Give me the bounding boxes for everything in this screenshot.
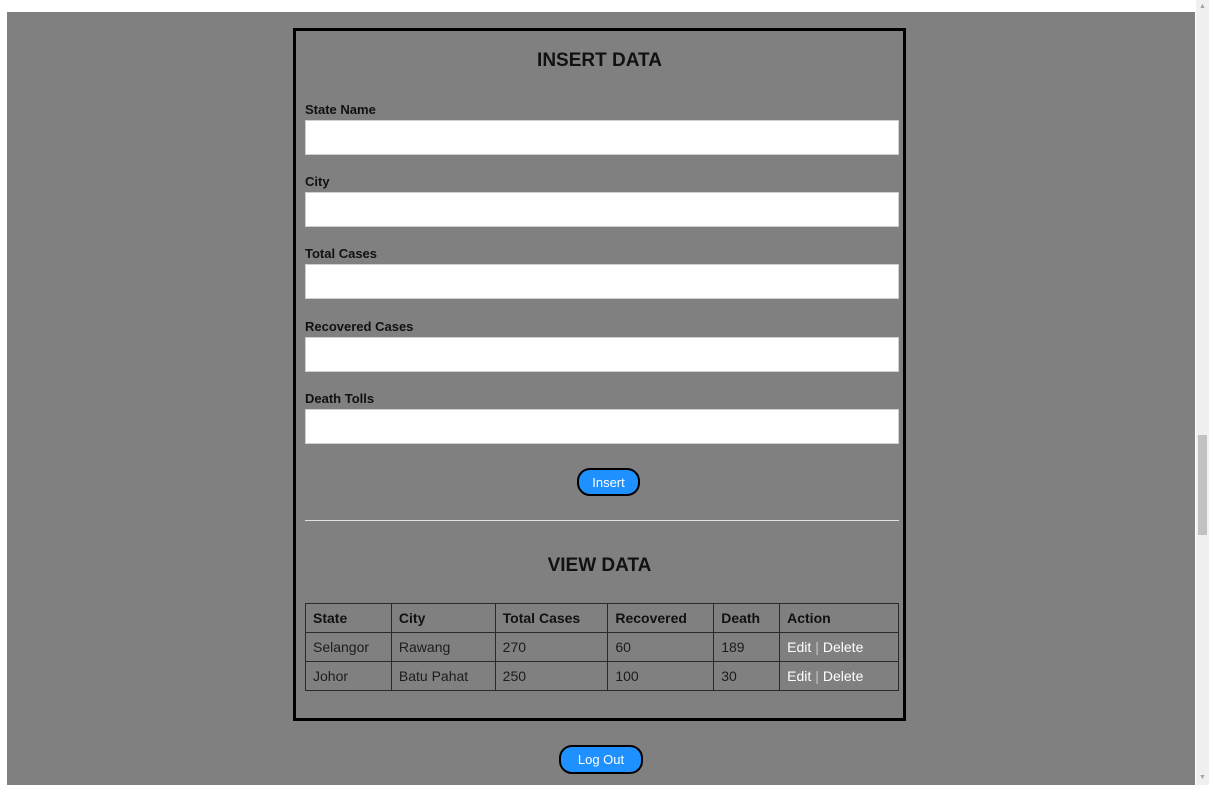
cell-city: Batu Pahat: [390, 661, 496, 691]
cell-state: Selangor: [305, 632, 392, 662]
cell-recovered: 100: [607, 661, 715, 691]
data-panel: INSERT DATA State Name City Total Cases …: [293, 28, 906, 721]
recovered-cases-label: Recovered Cases: [305, 319, 414, 334]
city-label: City: [305, 174, 330, 189]
cell-action: Edit | Delete: [779, 632, 899, 662]
column-header-death: Death: [713, 603, 781, 633]
data-table: State City Total Cases Recovered Death A…: [305, 603, 899, 691]
cell-state: Johor: [305, 661, 392, 691]
state-name-input[interactable]: [305, 120, 899, 155]
delete-link[interactable]: Delete: [823, 639, 863, 655]
logout-button[interactable]: Log Out: [559, 745, 643, 774]
section-divider: [305, 520, 899, 521]
table-row: Johor Batu Pahat 250 100 30 Edit | Delete: [305, 661, 899, 691]
total-cases-label: Total Cases: [305, 246, 378, 261]
scroll-up-arrow-icon[interactable]: ▲: [1196, 2, 1209, 12]
edit-link[interactable]: Edit: [787, 668, 811, 684]
cell-action: Edit | Delete: [779, 661, 899, 691]
delete-link[interactable]: Delete: [823, 668, 863, 684]
state-name-label: State Name: [305, 102, 376, 117]
insert-data-title: INSERT DATA: [537, 50, 662, 71]
total-cases-input[interactable]: [305, 264, 899, 299]
cell-recovered: 60: [607, 632, 715, 662]
column-header-recovered: Recovered: [607, 603, 715, 633]
cell-city: Rawang: [390, 632, 496, 662]
table-header-row: State City Total Cases Recovered Death A…: [305, 603, 899, 633]
cell-total-cases: 270: [494, 632, 609, 662]
column-header-state: State: [305, 603, 392, 633]
death-tolls-label: Death Tolls: [305, 391, 375, 406]
city-input[interactable]: [305, 192, 899, 227]
view-data-title: VIEW DATA: [547, 555, 652, 576]
column-header-total-cases: Total Cases: [494, 603, 609, 633]
cell-death: 30: [713, 661, 781, 691]
page-background: INSERT DATA State Name City Total Cases …: [7, 12, 1195, 785]
edit-link[interactable]: Edit: [787, 639, 811, 655]
table-row: Selangor Rawang 270 60 189 Edit | Delete: [305, 632, 899, 662]
action-separator: |: [815, 639, 819, 655]
scrollbar-thumb[interactable]: [1198, 435, 1207, 535]
vertical-scrollbar[interactable]: ▲ ▼: [1196, 0, 1209, 785]
column-header-city: City: [390, 603, 496, 633]
death-tolls-input[interactable]: [305, 409, 899, 444]
scroll-down-arrow-icon[interactable]: ▼: [1196, 773, 1209, 783]
column-header-action: Action: [779, 603, 899, 633]
insert-button[interactable]: Insert: [577, 468, 640, 496]
cell-total-cases: 250: [494, 661, 609, 691]
action-separator: |: [815, 668, 819, 684]
cell-death: 189: [713, 632, 781, 662]
recovered-cases-input[interactable]: [305, 337, 899, 372]
